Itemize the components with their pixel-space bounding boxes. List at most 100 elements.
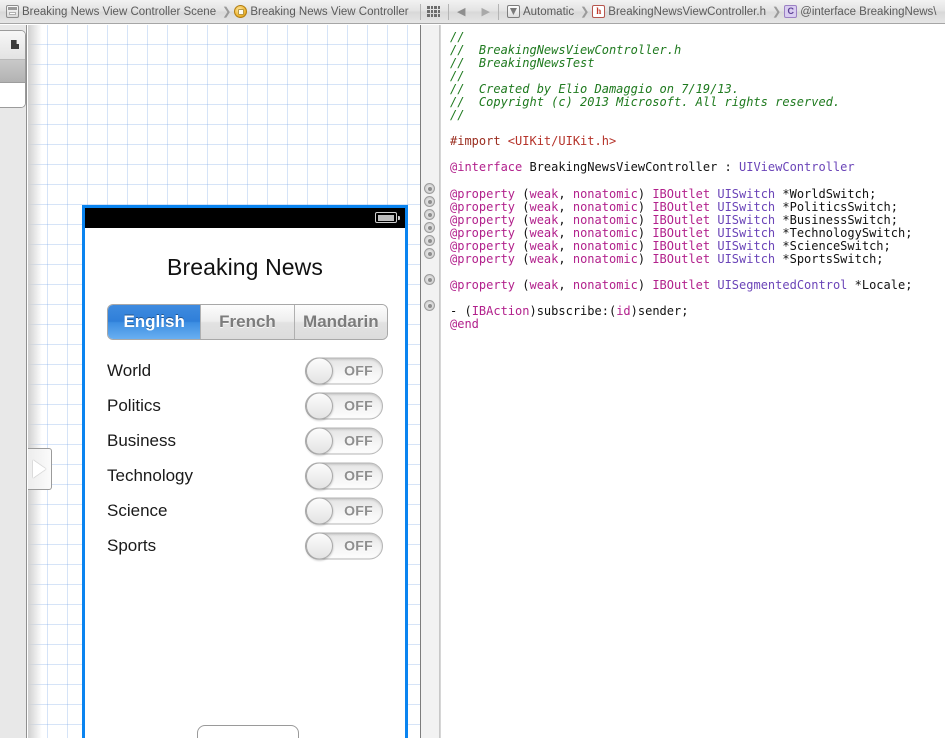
segment-french[interactable]: French <box>200 305 293 339</box>
code-token: ) <box>638 252 652 266</box>
switch-sports[interactable]: OFF <box>305 532 383 559</box>
switch-science[interactable]: OFF <box>305 497 383 524</box>
segment-mandarin[interactable]: Mandarin <box>294 305 387 339</box>
status-bar <box>85 208 405 228</box>
code-line: // BreakingNewsTest <box>450 57 945 70</box>
code-token: @property <box>450 200 515 214</box>
code-token: // <box>450 108 464 122</box>
code-token: UISwitch <box>717 213 775 227</box>
code-token: <UIKit/UIKit.h> <box>508 134 616 148</box>
code-token: , <box>558 200 572 214</box>
code-token: UISwitch <box>717 252 775 266</box>
code-token: weak <box>529 252 558 266</box>
battery-icon <box>375 212 397 223</box>
code-token: @property <box>450 252 515 266</box>
code-token: nonatomic <box>573 278 638 292</box>
code-token: IBOutlet <box>652 226 710 240</box>
header-file-icon: h <box>592 5 605 18</box>
connection-well-icon[interactable] <box>424 248 435 259</box>
breadcrumb-symbol[interactable]: @interface BreakingNews\ <box>797 6 939 18</box>
switch-state-technology: OFF <box>344 468 373 484</box>
code-token: ( <box>515 278 529 292</box>
locale-segmented-control[interactable]: English French Mandarin <box>107 304 388 340</box>
popup-card-selected-row[interactable] <box>0 60 25 83</box>
code-token: nonatomic <box>573 239 638 253</box>
scene-icon <box>6 5 19 18</box>
automatic-icon <box>507 5 520 18</box>
topic-switch-list: World OFF Politics OFF <box>85 353 405 563</box>
code-token: #import <box>450 134 508 148</box>
row-politics: Politics OFF <box>85 388 405 423</box>
code-token: weak <box>529 226 558 240</box>
code-line: @interface BreakingNewsViewController : … <box>450 161 945 174</box>
code-token: weak <box>529 278 558 292</box>
forward-button[interactable]: ▶ <box>473 5 497 18</box>
page-title: Breaking News <box>85 254 405 281</box>
code-token: weak <box>529 200 558 214</box>
code-token: *PoliticsSwitch; <box>775 200 898 214</box>
code-line: @property (weak, nonatomic) IBOutlet UIS… <box>450 279 945 292</box>
switch-business[interactable]: OFF <box>305 427 383 454</box>
connection-well-icon[interactable] <box>424 209 435 220</box>
device-screen: Breaking News English French Mandarin Wo… <box>85 228 405 738</box>
code-token: nonatomic <box>573 187 638 201</box>
switch-knob <box>306 532 333 559</box>
code-token: UISwitch <box>717 239 775 253</box>
code-line: // <box>450 109 945 122</box>
code-token: @property <box>450 239 515 253</box>
back-button[interactable]: ◀ <box>449 5 473 18</box>
code-token: *TechnologySwitch; <box>775 226 912 240</box>
code-token: nonatomic <box>573 226 638 240</box>
code-token: *Locale; <box>847 278 912 292</box>
switch-politics[interactable]: OFF <box>305 392 383 419</box>
switch-knob <box>306 497 333 524</box>
code-token: )subscribe:( <box>529 304 616 318</box>
switch-world[interactable]: OFF <box>305 357 383 384</box>
jump-bar-divider-3 <box>498 4 499 20</box>
code-token: ( <box>515 226 529 240</box>
code-token: ) <box>638 278 652 292</box>
code-token: ( <box>515 213 529 227</box>
code-token: // <box>450 30 464 44</box>
connection-well-icon[interactable] <box>424 196 435 207</box>
label-science: Science <box>107 501 167 521</box>
view-controller-view[interactable]: Breaking News English French Mandarin Wo… <box>82 205 408 738</box>
code-token: IBOutlet <box>652 200 710 214</box>
connection-well-icon[interactable] <box>424 235 435 246</box>
class-icon: C <box>784 5 797 18</box>
connection-well-icon[interactable] <box>424 222 435 233</box>
segment-english[interactable]: English <box>108 305 200 339</box>
code-token: IBOutlet <box>652 187 710 201</box>
source-code-editor[interactable]: //// BreakingNewsViewController.h// Brea… <box>441 25 945 738</box>
row-sports: Sports OFF <box>85 528 405 563</box>
breadcrumb-view-controller[interactable]: Breaking News View Controller <box>247 6 411 18</box>
assistant-grid-icon[interactable] <box>427 6 440 17</box>
code-token: ) <box>638 200 652 214</box>
xcode-assistant-editor-window: Breaking News View Controller Scene ❯ Br… <box>0 0 945 738</box>
breadcrumb-file[interactable]: BreakingNewsViewController.h <box>605 6 769 18</box>
code-token: - ( <box>450 304 472 318</box>
code-token: *WorldSwitch; <box>775 187 876 201</box>
connection-well-icon[interactable] <box>424 183 435 194</box>
code-token: @property <box>450 213 515 227</box>
switch-technology[interactable]: OFF <box>305 462 383 489</box>
canvas-jump-bar: Breaking News View Controller Scene ❯ Br… <box>0 0 420 23</box>
code-token: @property <box>450 226 515 240</box>
popup-card[interactable] <box>0 30 26 108</box>
code-token: // <box>450 69 464 83</box>
breadcrumb-scene[interactable]: Breaking News View Controller Scene <box>19 6 219 18</box>
breadcrumb-scheme[interactable]: Automatic <box>520 6 577 18</box>
code-token: *ScienceSwitch; <box>775 239 891 253</box>
interface-builder-canvas[interactable]: Breaking News English French Mandarin Wo… <box>28 25 420 738</box>
subscribe-button[interactable]: Subscribe <box>197 725 299 738</box>
connection-well-icon[interactable] <box>424 300 435 311</box>
label-world: World <box>107 361 151 381</box>
code-token: IBAction <box>472 304 530 318</box>
code-token: // Created by Elio Damaggio on 7/19/13. <box>450 82 739 96</box>
connection-well-icon[interactable] <box>424 274 435 285</box>
code-token: , <box>558 239 572 253</box>
code-token: @property <box>450 187 515 201</box>
code-token: *SportsSwitch; <box>775 252 883 266</box>
code-token: ( <box>515 200 529 214</box>
canvas-expand-arrow[interactable] <box>28 448 52 490</box>
